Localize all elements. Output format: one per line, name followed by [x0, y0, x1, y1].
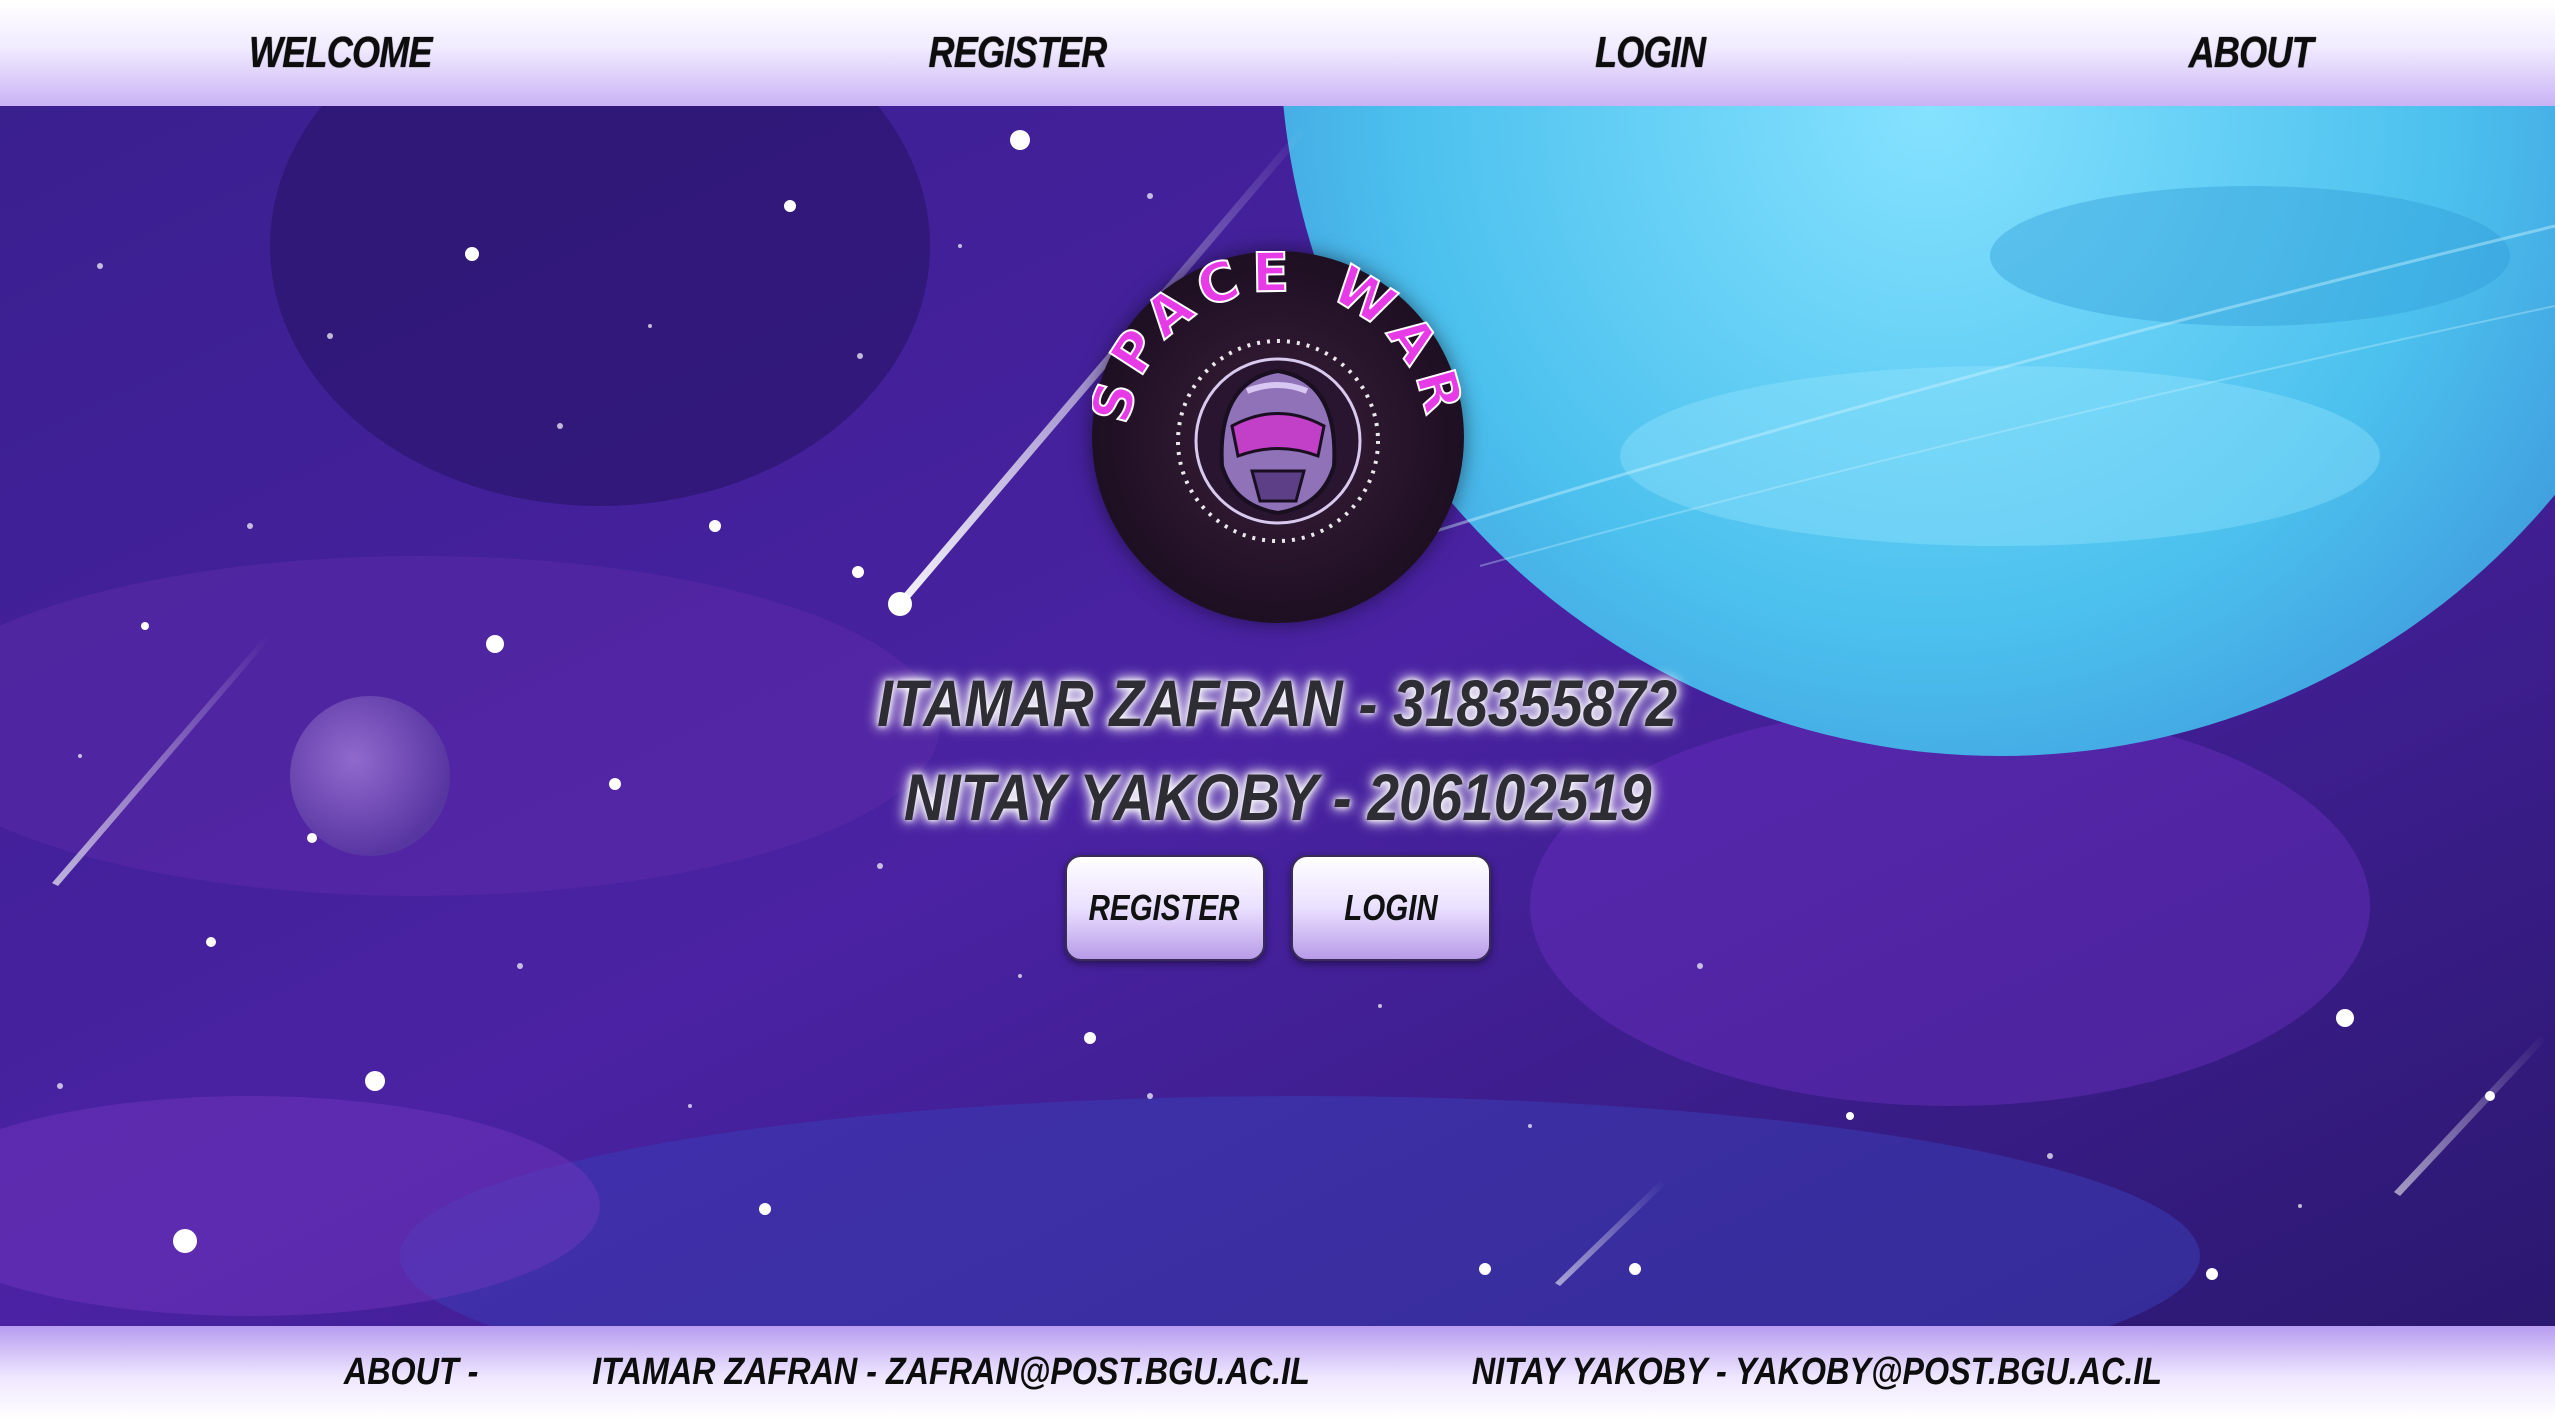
footer-author-1: Itamar Zafran - zafran@post.bgu.ac.il: [591, 1351, 1310, 1393]
action-buttons: Register Login: [1064, 855, 1491, 961]
nav-welcome[interactable]: Welcome: [249, 28, 432, 78]
nav-register[interactable]: Register: [928, 28, 1107, 78]
nav-login[interactable]: Login: [1595, 28, 1706, 78]
login-button-label: Login: [1343, 887, 1438, 928]
nav-about[interactable]: About: [2188, 28, 2313, 78]
top-navbar: Welcome Register Login About: [0, 0, 2555, 106]
space-war-logo: SPACE WAR: [1077, 240, 1468, 623]
register-button-label: Register: [1089, 887, 1240, 928]
footer: About - Itamar Zafran - zafran@post.bgu.…: [0, 1326, 2555, 1419]
login-button[interactable]: Login: [1290, 855, 1491, 961]
main-content: SPACE WAR Itamar Zafran - 318355872 Nita…: [0, 106, 2555, 1326]
author-line-1: Itamar Zafran - 318355872: [877, 666, 1678, 740]
author-line-2: Nitay Yakoby - 206102519: [903, 760, 1652, 834]
helmet-icon: SPACE WAR: [1077, 240, 1468, 543]
register-button[interactable]: Register: [1064, 855, 1265, 961]
footer-about-label: About -: [344, 1351, 479, 1393]
footer-author-2: Nitay Yakoby - yakoby@post.bgu.ac.il: [1471, 1351, 2162, 1393]
